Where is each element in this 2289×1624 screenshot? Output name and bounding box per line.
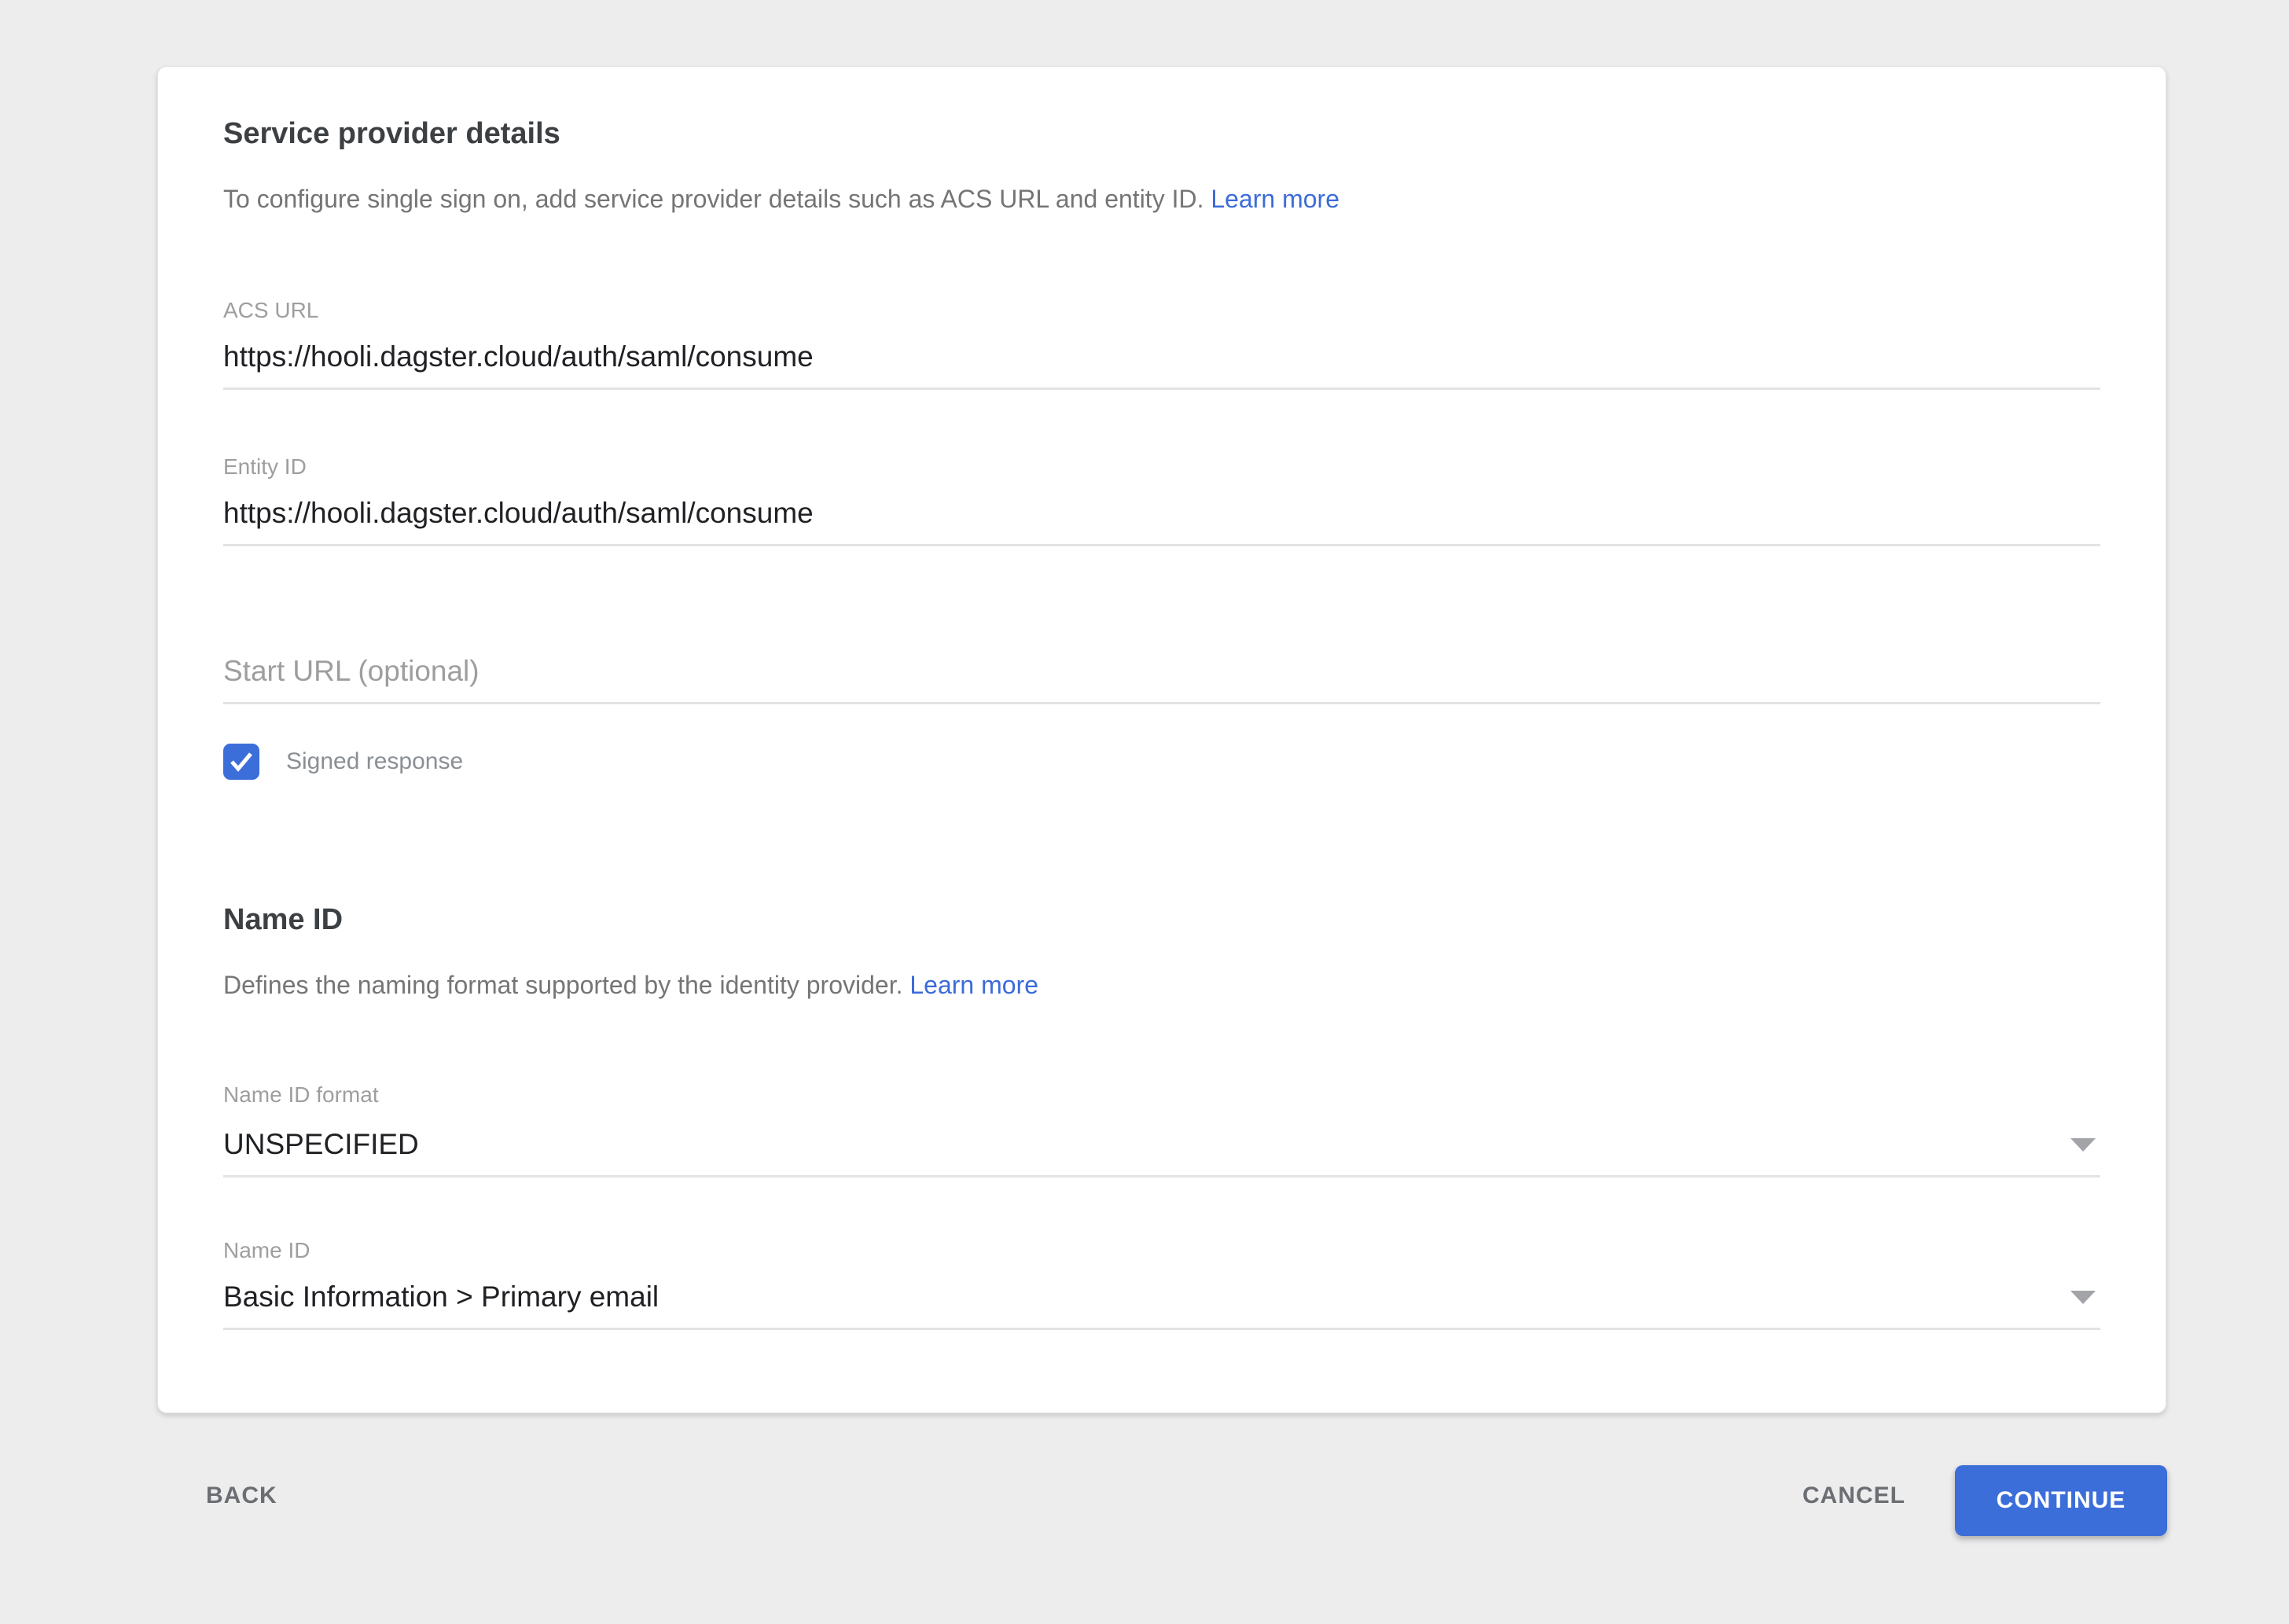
- name-id-learn-more-link[interactable]: Learn more: [909, 971, 1038, 999]
- page: { "colors": { "page_background": "#edede…: [0, 0, 2289, 1624]
- entity-id-label: Entity ID: [223, 453, 307, 481]
- name-id-section-heading: Name ID: [223, 902, 343, 938]
- service-provider-details-card: Service provider details To configure si…: [157, 66, 2166, 1413]
- name-id-value: Basic Information > Primary email: [223, 1277, 2070, 1317]
- card-description-text: To configure single sign on, add service…: [223, 185, 1203, 213]
- name-id-format-label: Name ID format: [223, 1081, 379, 1109]
- name-id-label: Name ID: [223, 1236, 310, 1265]
- checkmark-icon: [228, 750, 255, 773]
- entity-id-input[interactable]: [223, 494, 2100, 546]
- back-button[interactable]: BACK: [206, 1481, 277, 1511]
- name-id-section-description: Defines the naming format supported by t…: [223, 968, 2100, 1002]
- acs-url-label: ACS URL: [223, 296, 318, 325]
- name-id-description-text: Defines the naming format supported by t…: [223, 971, 902, 999]
- signed-response-row: Signed response: [223, 743, 463, 781]
- page-title: Service provider details: [223, 116, 560, 152]
- dropdown-arrow-icon: [2070, 1291, 2096, 1304]
- signed-response-label: Signed response: [286, 748, 463, 776]
- start-url-input[interactable]: [223, 652, 2100, 704]
- acs-url-input[interactable]: [223, 337, 2100, 390]
- continue-button[interactable]: CONTINUE: [1955, 1465, 2167, 1536]
- name-id-select[interactable]: Basic Information > Primary email: [223, 1277, 2100, 1330]
- signed-response-checkbox[interactable]: [223, 744, 259, 780]
- card-content: Service provider details To configure si…: [223, 67, 2100, 1413]
- dropdown-arrow-icon: [2070, 1138, 2096, 1152]
- card-description: To configure single sign on, add service…: [223, 182, 2100, 216]
- cancel-button[interactable]: CANCEL: [1802, 1481, 1905, 1511]
- learn-more-link[interactable]: Learn more: [1211, 185, 1339, 213]
- name-id-format-select[interactable]: UNSPECIFIED: [223, 1125, 2100, 1178]
- name-id-format-value: UNSPECIFIED: [223, 1125, 2070, 1164]
